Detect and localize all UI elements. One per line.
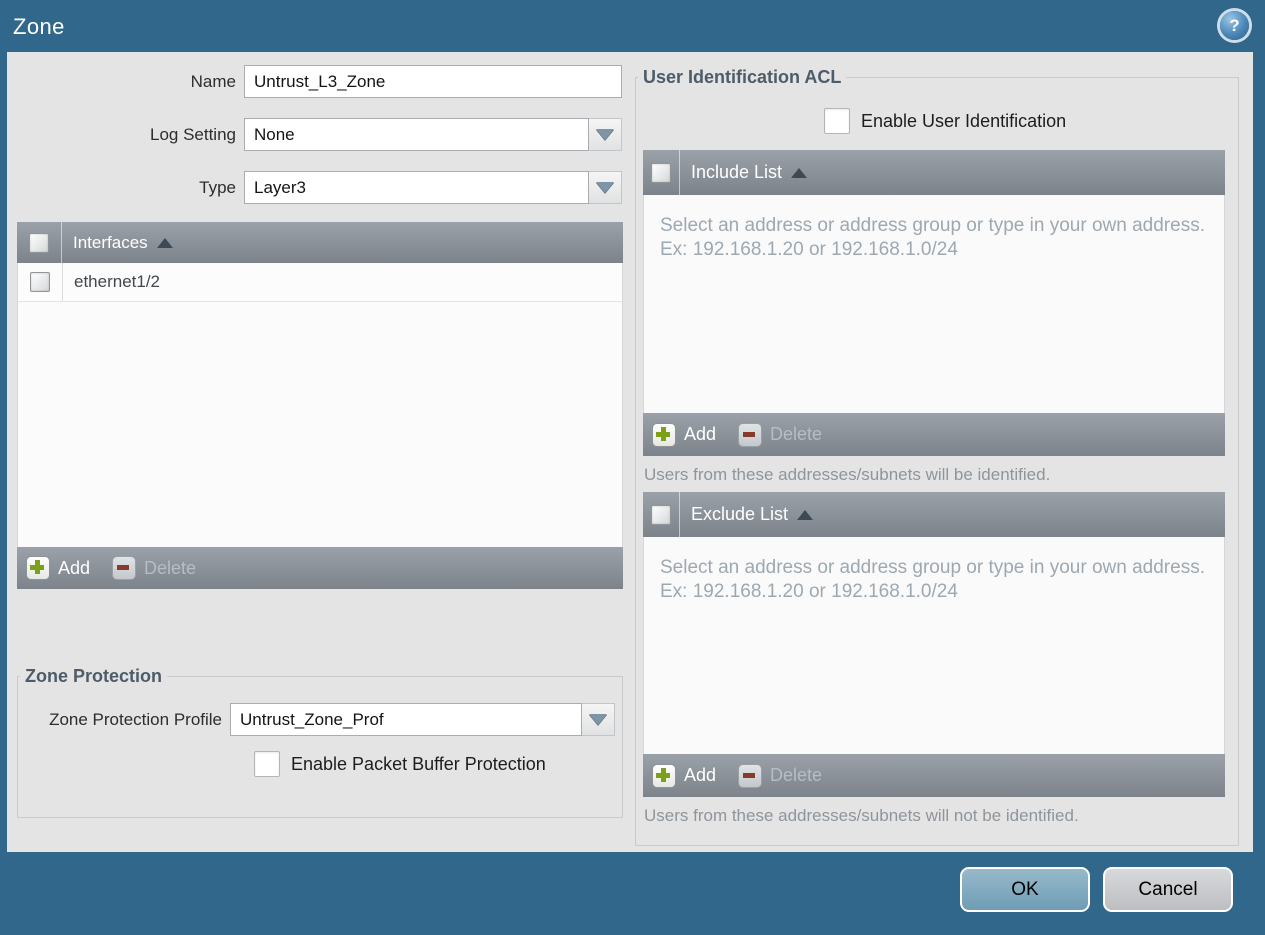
sort-ascending-icon[interactable] bbox=[791, 167, 808, 178]
zone-protection-profile-dropdown-button[interactable] bbox=[582, 703, 615, 736]
type-dropdown-button[interactable] bbox=[589, 171, 622, 204]
include-list-body[interactable]: Select an address or address group or ty… bbox=[643, 195, 1225, 413]
exclude-delete-button[interactable]: Delete bbox=[738, 763, 822, 788]
packet-buffer-row: Enable Packet Buffer Protection bbox=[254, 751, 622, 777]
exclude-list-placeholder: Select an address or address group or ty… bbox=[660, 557, 1205, 603]
name-label: Name bbox=[190, 71, 236, 91]
zone-protection-profile-input[interactable] bbox=[230, 703, 582, 736]
interfaces-table: Interfaces ethernet1/2 Add Delete bbox=[17, 222, 623, 589]
log-setting-dropdown-button[interactable] bbox=[589, 118, 622, 151]
add-interface-button[interactable]: Add bbox=[26, 556, 90, 580]
include-list-header: Include List bbox=[643, 150, 1225, 195]
log-setting-row: Log Setting bbox=[17, 118, 622, 151]
interfaces-select-all-checkbox[interactable] bbox=[29, 232, 49, 253]
include-list-title: Include List bbox=[691, 162, 783, 182]
minus-icon bbox=[112, 556, 137, 580]
type-row: Type bbox=[17, 171, 622, 204]
interfaces-table-header: Interfaces bbox=[17, 222, 623, 263]
sort-ascending-icon[interactable] bbox=[797, 509, 814, 520]
plus-icon bbox=[652, 763, 676, 788]
interfaces-column-header: Interfaces bbox=[73, 232, 148, 252]
include-list-footer: Add Delete bbox=[643, 413, 1225, 456]
cancel-button[interactable]: Cancel bbox=[1103, 867, 1233, 912]
enable-user-identification-label: Enable User Identification bbox=[861, 110, 1067, 131]
zone-dialog: Name Log Setting Type Interfaces bbox=[7, 52, 1253, 852]
packet-buffer-checkbox[interactable] bbox=[254, 751, 280, 777]
zone-protection-profile-row: Zone Protection Profile bbox=[26, 703, 622, 736]
exclude-list-header: Exclude List bbox=[643, 492, 1225, 537]
user-identification-section: User Identification ACL Enable User Iden… bbox=[635, 67, 1239, 846]
include-delete-button[interactable]: Delete bbox=[738, 422, 822, 447]
include-list-caption: Users from these addresses/subnets will … bbox=[644, 465, 1051, 484]
include-list-placeholder: Select an address or address group or ty… bbox=[660, 215, 1205, 261]
include-select-all-checkbox[interactable] bbox=[651, 162, 671, 183]
chevron-down-icon bbox=[596, 182, 614, 193]
help-icon[interactable]: ? bbox=[1220, 11, 1249, 40]
table-row[interactable]: ethernet1/2 bbox=[18, 263, 622, 302]
sort-ascending-icon[interactable] bbox=[156, 237, 173, 248]
interface-name: ethernet1/2 bbox=[74, 272, 161, 291]
plus-icon bbox=[652, 422, 676, 447]
zone-protection-legend: Zone Protection bbox=[25, 666, 163, 686]
chevron-down-icon bbox=[596, 129, 614, 140]
interfaces-table-footer: Add Delete bbox=[17, 547, 623, 589]
log-setting-label: Log Setting bbox=[149, 124, 236, 144]
row-checkbox[interactable] bbox=[30, 272, 50, 292]
include-list-panel: Include List Select an address or addres… bbox=[643, 150, 1225, 456]
log-setting-input[interactable] bbox=[244, 118, 589, 151]
exclude-list-caption: Users from these addresses/subnets will … bbox=[644, 806, 1079, 825]
type-input[interactable] bbox=[244, 171, 589, 204]
enable-user-identification-row: Enable User Identification bbox=[824, 108, 1238, 134]
name-input[interactable] bbox=[244, 65, 622, 98]
include-add-button[interactable]: Add bbox=[652, 422, 716, 447]
ok-button[interactable]: OK bbox=[960, 867, 1090, 912]
page-title: Zone bbox=[13, 14, 65, 39]
exclude-add-button[interactable]: Add bbox=[652, 763, 716, 788]
type-label: Type bbox=[199, 177, 236, 197]
exclude-list-panel: Exclude List Select an address or addres… bbox=[643, 492, 1225, 797]
exclude-list-body[interactable]: Select an address or address group or ty… bbox=[643, 537, 1225, 754]
user-identification-legend: User Identification ACL bbox=[643, 67, 842, 87]
enable-user-identification-checkbox[interactable] bbox=[824, 108, 850, 134]
zone-protection-profile-label: Zone Protection Profile bbox=[49, 709, 222, 729]
chevron-down-icon bbox=[589, 714, 607, 725]
delete-interface-button[interactable]: Delete bbox=[112, 556, 196, 580]
minus-icon bbox=[738, 763, 763, 788]
name-row: Name bbox=[17, 65, 622, 98]
zone-protection-section: Zone Protection Zone Protection Profile … bbox=[17, 666, 623, 818]
exclude-select-all-checkbox[interactable] bbox=[651, 504, 671, 525]
exclude-list-title: Exclude List bbox=[691, 504, 789, 524]
exclude-list-footer: Add Delete bbox=[643, 754, 1225, 797]
minus-icon bbox=[738, 422, 763, 447]
plus-icon bbox=[26, 556, 50, 580]
packet-buffer-label: Enable Packet Buffer Protection bbox=[291, 753, 546, 774]
interfaces-table-body: ethernet1/2 bbox=[17, 263, 623, 547]
